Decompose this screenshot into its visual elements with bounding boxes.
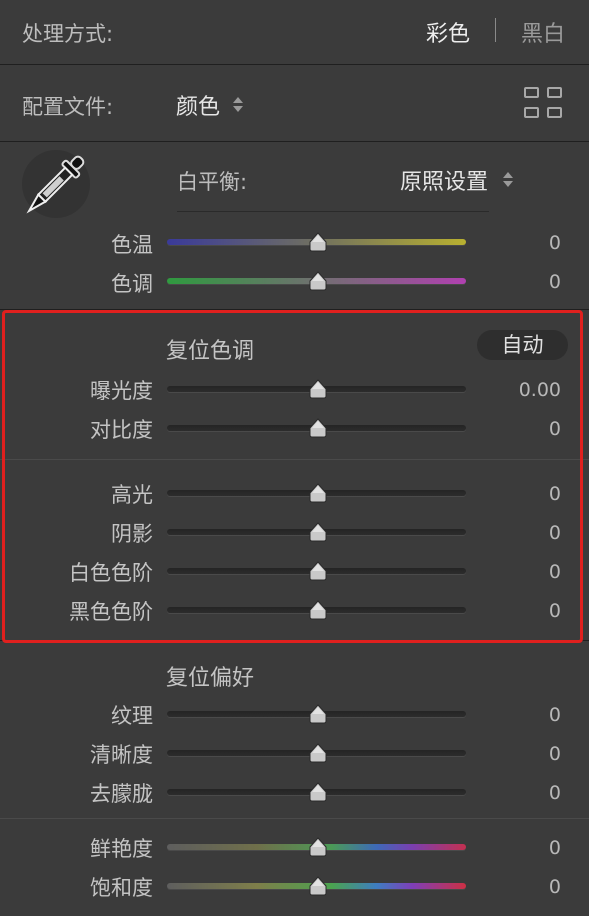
treatment-divider bbox=[495, 18, 496, 42]
tint-slider-thumb[interactable] bbox=[308, 271, 328, 291]
vibrance-label: 鲜艳度 bbox=[90, 837, 153, 861]
saturation-label: 饱和度 bbox=[90, 876, 153, 900]
divider bbox=[0, 309, 589, 310]
profile-select[interactable]: 颜色 bbox=[176, 89, 220, 121]
contrast-slider-thumb[interactable] bbox=[308, 418, 328, 438]
texture-slider-thumb[interactable] bbox=[308, 704, 328, 724]
white-balance-select[interactable]: 原照设置 bbox=[400, 164, 488, 196]
white-balance-underline bbox=[177, 211, 489, 212]
divider bbox=[0, 141, 589, 142]
divider bbox=[0, 818, 589, 819]
profile-label: 配置文件: bbox=[22, 95, 114, 119]
exposure-slider-thumb[interactable] bbox=[308, 379, 328, 399]
divider bbox=[0, 459, 589, 460]
treatment-color-option[interactable]: 彩色 bbox=[426, 16, 470, 48]
treatment-label: 处理方式: bbox=[22, 22, 114, 46]
whites-value[interactable]: 0 bbox=[549, 561, 561, 583]
whites-slider-thumb[interactable] bbox=[308, 561, 328, 581]
contrast-value[interactable]: 0 bbox=[549, 418, 561, 440]
shadows-value[interactable]: 0 bbox=[549, 522, 561, 544]
blacks-slider-thumb[interactable] bbox=[308, 600, 328, 620]
grid-view-icon[interactable] bbox=[524, 87, 564, 121]
clarity-slider-thumb[interactable] bbox=[308, 743, 328, 763]
presence-reset-title[interactable]: 复位偏好 bbox=[166, 660, 254, 692]
whites-label: 白色色阶 bbox=[69, 561, 153, 585]
blacks-label: 黑色色阶 bbox=[69, 600, 153, 624]
dehaze-label: 去朦胧 bbox=[90, 782, 153, 806]
contrast-label: 对比度 bbox=[90, 418, 153, 442]
texture-label: 纹理 bbox=[111, 704, 153, 728]
vibrance-value[interactable]: 0 bbox=[549, 837, 561, 859]
highlights-value[interactable]: 0 bbox=[549, 483, 561, 505]
vibrance-slider-thumb[interactable] bbox=[308, 837, 328, 857]
treatment-bw-option[interactable]: 黑白 bbox=[521, 16, 565, 48]
exposure-value[interactable]: 0.00 bbox=[519, 379, 561, 401]
blacks-value[interactable]: 0 bbox=[549, 600, 561, 622]
tint-label: 色调 bbox=[111, 272, 153, 296]
eyedropper-icon[interactable] bbox=[22, 150, 90, 218]
shadows-label: 阴影 bbox=[111, 522, 153, 546]
white-balance-label: 白平衡: bbox=[177, 170, 248, 194]
saturation-slider-thumb[interactable] bbox=[308, 876, 328, 896]
tint-value[interactable]: 0 bbox=[549, 271, 561, 293]
auto-button[interactable]: 自动 bbox=[477, 330, 568, 360]
dehaze-slider-thumb[interactable] bbox=[308, 782, 328, 802]
highlights-label: 高光 bbox=[111, 483, 153, 507]
shadows-slider-thumb[interactable] bbox=[308, 522, 328, 542]
texture-value[interactable]: 0 bbox=[549, 704, 561, 726]
divider bbox=[0, 640, 589, 641]
exposure-label: 曝光度 bbox=[90, 379, 153, 403]
saturation-value[interactable]: 0 bbox=[549, 876, 561, 898]
divider bbox=[0, 64, 589, 65]
temperature-label: 色温 bbox=[111, 233, 153, 257]
clarity-value[interactable]: 0 bbox=[549, 743, 561, 765]
clarity-label: 清晰度 bbox=[90, 743, 153, 767]
temperature-value[interactable]: 0 bbox=[549, 232, 561, 254]
dehaze-value[interactable]: 0 bbox=[549, 782, 561, 804]
highlights-slider-thumb[interactable] bbox=[308, 483, 328, 503]
temperature-slider-thumb[interactable] bbox=[308, 232, 328, 252]
tone-reset-title[interactable]: 复位色调 bbox=[166, 333, 254, 365]
